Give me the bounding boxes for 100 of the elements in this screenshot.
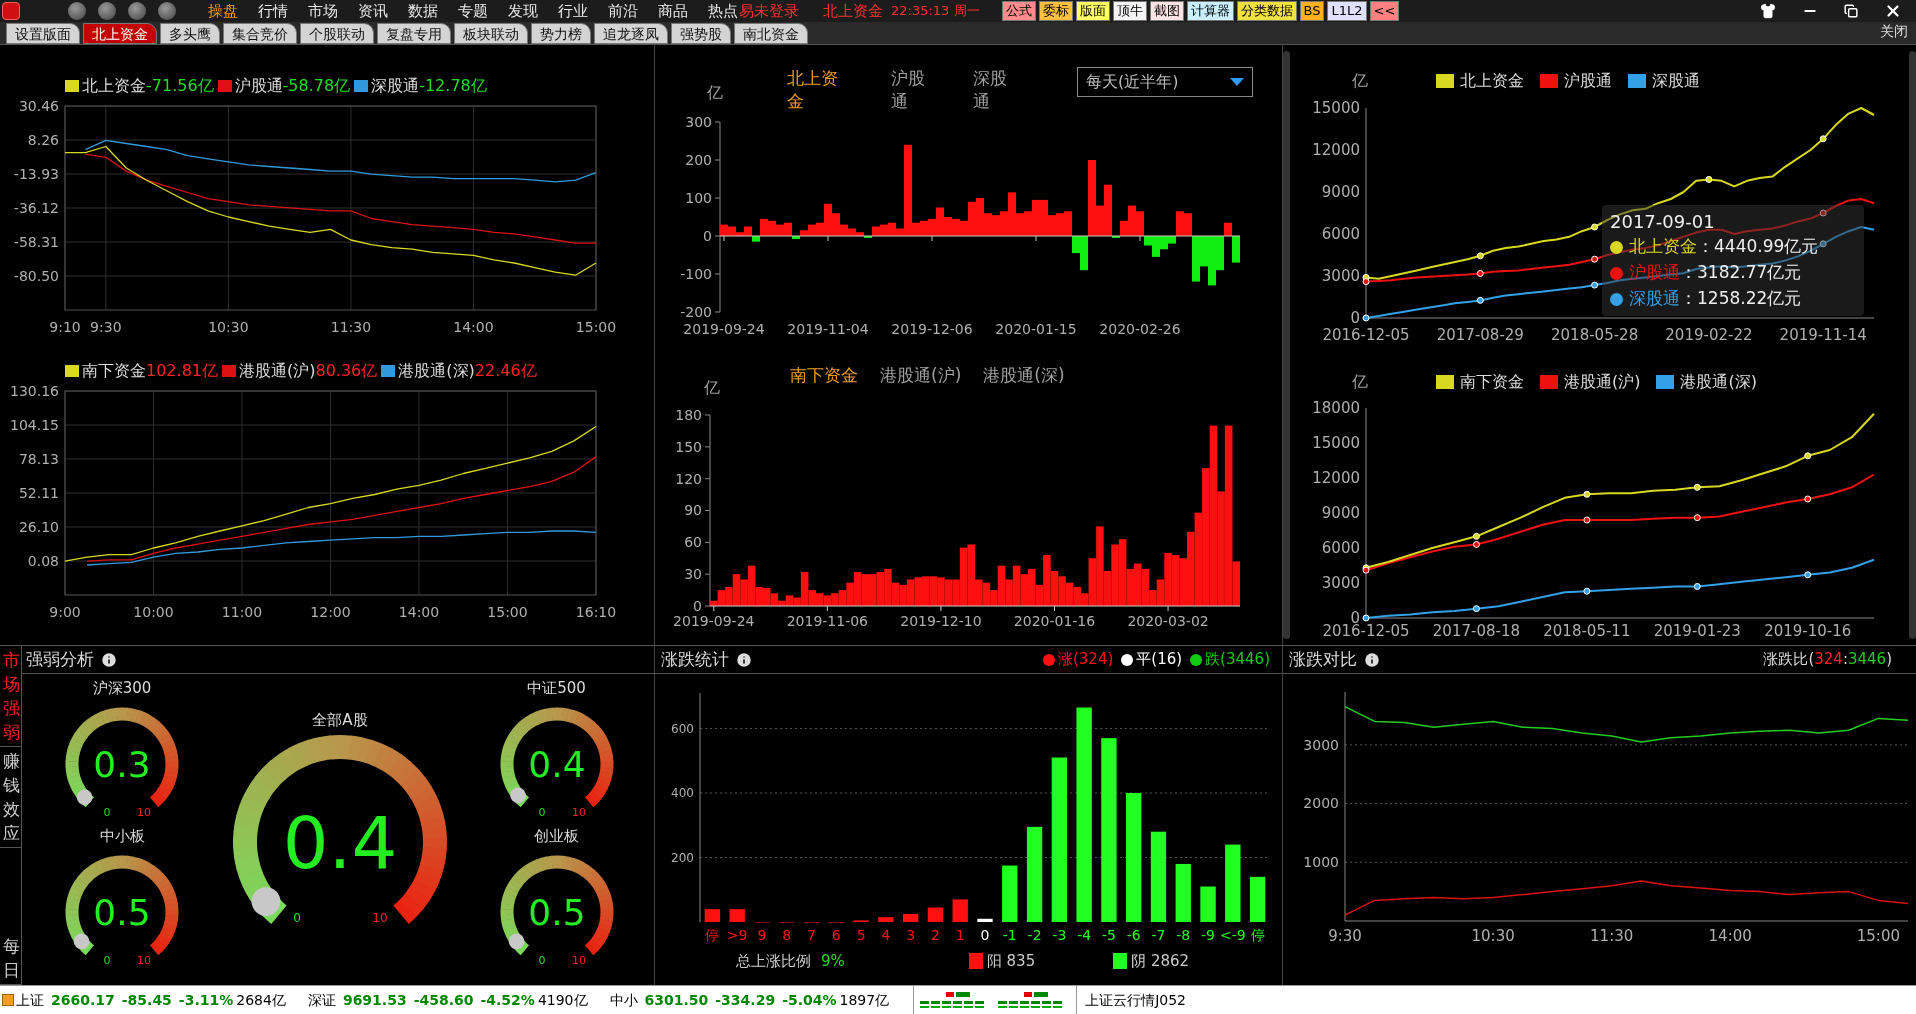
category-label: -7 (1151, 927, 1166, 943)
tick-label: 2017-08-18 (1432, 622, 1521, 640)
index-volume: 4190亿 (537, 990, 588, 1010)
clock: 22:35:13 周一 (891, 2, 980, 21)
tick-label: 6000 (1321, 539, 1360, 558)
tick-label: 11:30 (330, 319, 372, 335)
tick-label: -80.50 (13, 267, 59, 284)
tick-label: 9:30 (1328, 927, 1362, 945)
scale-label: 10 (571, 954, 586, 967)
index-name: 中小 (609, 990, 638, 1010)
tick-label: 16:10 (575, 604, 617, 620)
legend-label: 平(16) (1136, 649, 1183, 671)
tick-label: 2018-05-11 (1543, 622, 1631, 640)
tick-label: 10:00 (133, 604, 174, 620)
login-status: 易未登录 (739, 0, 799, 22)
axis-unit: 亿 (1352, 371, 1368, 393)
scale-label: 0 (538, 954, 545, 967)
category-label: 2 (930, 927, 940, 943)
legend-label: 沪股通 (1564, 70, 1612, 92)
category-label: 停 (705, 927, 720, 943)
tick-label: 90 (684, 502, 702, 519)
index-price: 6301.50 (644, 990, 709, 1010)
tick-label: 2020-03-02 (1127, 613, 1209, 629)
tick-label: 12000 (1312, 469, 1360, 488)
index-name: 深证 (307, 990, 336, 1010)
scale-label: 10 (137, 806, 151, 819)
ratio-label: 涨跌比(324:3446) (1763, 649, 1892, 671)
scale-label: 0 (103, 954, 111, 967)
tooltip-date: 2017-09-01 (1610, 210, 1715, 234)
tick-label: -200 (680, 303, 712, 320)
tick-label: 12:00 (310, 604, 351, 620)
tick-label: 0 (703, 227, 712, 244)
index-percent: -5.04% (782, 990, 837, 1010)
category-label: -1 (1002, 927, 1017, 943)
tick-label: 9:10 (49, 319, 81, 335)
scale-label: 10 (137, 954, 151, 967)
tick-label: 2019-10-16 (1764, 622, 1852, 640)
category-label: 9 (757, 927, 767, 943)
tick-label: 300 (685, 117, 712, 130)
tick-label: 26.10 (18, 518, 59, 535)
scale-label: 10 (372, 911, 388, 925)
tick-label: 2020-02-26 (1099, 321, 1181, 337)
tick-label: -36.12 (13, 199, 59, 216)
gauge-value: 0.4 (527, 743, 586, 785)
tick-label: 120 (675, 470, 702, 487)
index-change: -458.60 (413, 990, 474, 1010)
ticker-text: 上证云行情J052 (1085, 990, 1187, 1010)
index-change: -334.29 (715, 990, 776, 1010)
index-percent: -3.11% (178, 990, 234, 1010)
tick-label: 2017-08-29 (1436, 326, 1524, 344)
summary-label: 总上涨比例 (736, 950, 811, 972)
legend-label: 南下资金102.81亿 (82, 360, 218, 382)
tick-label: 2019-11-04 (787, 321, 869, 337)
tooltip-value: 沪股通：3182.77亿元 (1629, 261, 1802, 285)
tick-label: 3000 (1303, 736, 1339, 753)
gauge-title: 创业板 (534, 826, 579, 846)
legend-label: 北上资金-71.56亿 (82, 75, 214, 97)
index-volume: 1897亿 (839, 990, 890, 1010)
tick-label: 11:00 (221, 604, 263, 620)
legend-label: 南下资金 (1460, 371, 1524, 393)
gauge-value: 0.4 (282, 800, 398, 885)
category-label: 停 (1250, 927, 1265, 943)
tick-label: 180 (675, 406, 702, 423)
gauge-value: 0.3 (93, 743, 151, 785)
axis-unit: 亿 (1352, 70, 1368, 92)
scale-label: 0 (538, 806, 545, 819)
tick-label: 2019-11-06 (786, 613, 869, 629)
tick-label: 15:00 (575, 319, 617, 335)
tick-label: 0 (693, 597, 702, 614)
tick-label: 18000 (1312, 399, 1360, 418)
axis-unit: 亿 (707, 82, 723, 104)
tick-label: 52.11 (18, 484, 59, 501)
gauge-title: 中小板 (99, 826, 145, 846)
tick-label: 400 (671, 786, 694, 801)
legend-label: 阴 2862 (1131, 950, 1190, 972)
tick-label: 104.15 (10, 416, 59, 433)
index-change: -85.45 (121, 990, 172, 1010)
legend-label: 港股通(深) (1680, 371, 1757, 393)
index-name: 上证 (16, 990, 44, 1010)
panel-title: 涨跌对比 (1289, 647, 1357, 671)
category-label: >9 (726, 927, 748, 943)
tick-label: 130.16 (10, 382, 59, 399)
tick-label: 3000 (1321, 267, 1360, 286)
tick-label: 15000 (1312, 434, 1360, 453)
category-label: 3 (906, 927, 916, 943)
category-label: -5 (1101, 927, 1116, 943)
scale-label: 10 (571, 806, 586, 819)
gauge-value: 0.5 (93, 891, 151, 933)
category-label: 0 (980, 927, 990, 943)
category-label: -3 (1052, 927, 1067, 943)
legend-label: 港股通(深)22.46亿 (398, 360, 537, 382)
tick-label: 2020-01-16 (1013, 613, 1096, 629)
summary-value: 9% (821, 950, 845, 972)
module-name: 北上资金 (823, 0, 883, 22)
tick-label: 1000 (1303, 854, 1339, 871)
category-label: 4 (881, 927, 891, 943)
tick-label: 2019-02-22 (1665, 326, 1753, 344)
category-label: -2 (1027, 927, 1042, 943)
legend-label: 港股通(沪) (1564, 371, 1641, 393)
gauge-title: 全部A股 (312, 710, 368, 730)
